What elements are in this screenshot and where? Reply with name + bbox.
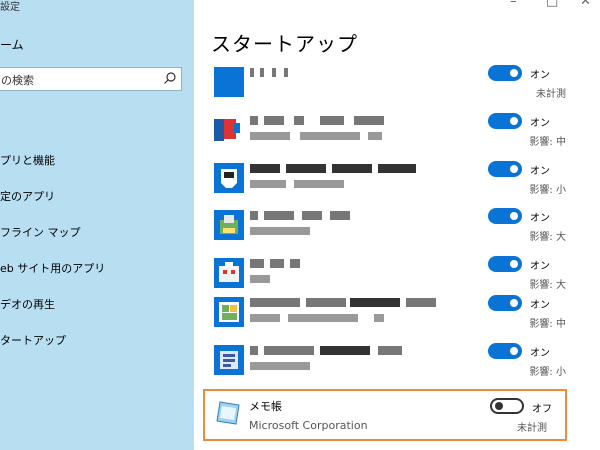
startup-impact: 影響: 大 bbox=[529, 232, 566, 243]
app-icon bbox=[214, 115, 244, 145]
app-publisher-redacted bbox=[250, 275, 280, 283]
app-name: メモ帳 bbox=[249, 400, 282, 413]
page-title: スタートアップ bbox=[211, 32, 358, 56]
startup-toggle[interactable] bbox=[488, 113, 522, 129]
app-name-redacted bbox=[250, 298, 440, 307]
close-icon[interactable]: ✕ bbox=[580, 0, 591, 9]
startup-toggle[interactable] bbox=[488, 343, 522, 359]
app-name-redacted bbox=[250, 68, 300, 77]
app-icon bbox=[214, 67, 244, 97]
toggle-state: オン bbox=[530, 213, 550, 224]
toggle-state: オン bbox=[530, 348, 550, 359]
toggle-state: オフ bbox=[532, 404, 552, 415]
sidebar-item-default-apps[interactable]: 定のアプリ bbox=[0, 188, 55, 204]
sidebar: 設定 ーム の検索 プリと機能 定のアプリ フライン マップ eb サイト用のア… bbox=[0, 0, 194, 450]
toggle-state: オン bbox=[530, 118, 550, 129]
startup-app-row: オン 影響: 小 bbox=[206, 342, 566, 390]
startup-impact: 影響: 小 bbox=[529, 185, 566, 196]
sidebar-item-offline-maps[interactable]: フライン マップ bbox=[0, 224, 81, 240]
app-name-redacted bbox=[250, 116, 390, 125]
startup-toggle[interactable] bbox=[488, 208, 522, 224]
toggle-state: オン bbox=[530, 166, 550, 177]
startup-app-row: オン 影響: 小 bbox=[206, 160, 566, 208]
app-publisher-redacted bbox=[250, 314, 390, 322]
startup-impact: 影響: 小 bbox=[529, 367, 566, 378]
startup-toggle[interactable] bbox=[488, 256, 522, 272]
startup-toggle[interactable] bbox=[488, 65, 522, 81]
window-title: 設定 bbox=[0, 2, 20, 13]
sidebar-item-apps-features[interactable]: プリと機能 bbox=[0, 152, 55, 168]
startup-app-row: オン 影響: 中 bbox=[206, 294, 566, 342]
app-name-redacted bbox=[250, 211, 360, 220]
startup-toggle-notepad[interactable] bbox=[490, 398, 524, 414]
startup-toggle[interactable] bbox=[488, 295, 522, 311]
notepad-icon bbox=[216, 401, 240, 425]
app-icon bbox=[214, 345, 244, 375]
app-publisher-redacted bbox=[250, 227, 320, 235]
startup-impact: 未計測 bbox=[517, 423, 547, 434]
app-publisher: Microsoft Corporation bbox=[249, 419, 368, 432]
toggle-state: オン bbox=[530, 70, 550, 81]
minimize-icon[interactable]: – bbox=[510, 0, 517, 9]
app-name-redacted bbox=[250, 346, 405, 355]
sidebar-item-video-playback[interactable]: デオの再生 bbox=[0, 296, 55, 312]
startup-app-row: オン 影響: 大 bbox=[206, 207, 566, 255]
search-icon[interactable] bbox=[163, 71, 177, 85]
startup-toggle[interactable] bbox=[488, 161, 522, 177]
sidebar-item-startup[interactable]: タートアップ bbox=[0, 332, 66, 348]
app-publisher-redacted bbox=[250, 362, 320, 370]
app-publisher-redacted bbox=[250, 180, 350, 188]
startup-impact: 影響: 中 bbox=[529, 319, 566, 330]
startup-app-row: オン 未計測 bbox=[206, 64, 566, 112]
startup-app-row-notepad: メモ帳 Microsoft Corporation オフ 未計測 bbox=[203, 389, 567, 441]
startup-impact: 影響: 中 bbox=[529, 137, 566, 148]
toggle-state: オン bbox=[530, 261, 550, 272]
toggle-state: オン bbox=[530, 300, 550, 311]
app-icon bbox=[214, 163, 244, 193]
sidebar-item-website-apps[interactable]: eb サイト用のアプリ bbox=[0, 260, 105, 276]
search-placeholder: の検索 bbox=[1, 74, 34, 87]
app-icon bbox=[214, 258, 244, 288]
maximize-icon[interactable]: □ bbox=[546, 0, 558, 9]
app-name-redacted bbox=[250, 164, 420, 173]
search-input[interactable]: の検索 bbox=[0, 67, 182, 91]
app-icon bbox=[214, 210, 244, 240]
app-publisher-redacted bbox=[250, 132, 390, 140]
startup-impact: 未計測 bbox=[536, 89, 566, 100]
startup-impact: 影響: 大 bbox=[529, 280, 566, 291]
app-icon bbox=[214, 297, 244, 327]
startup-app-row: オン 影響: 中 bbox=[206, 112, 566, 160]
app-name-redacted bbox=[250, 259, 310, 268]
sidebar-home[interactable]: ーム bbox=[0, 36, 24, 53]
